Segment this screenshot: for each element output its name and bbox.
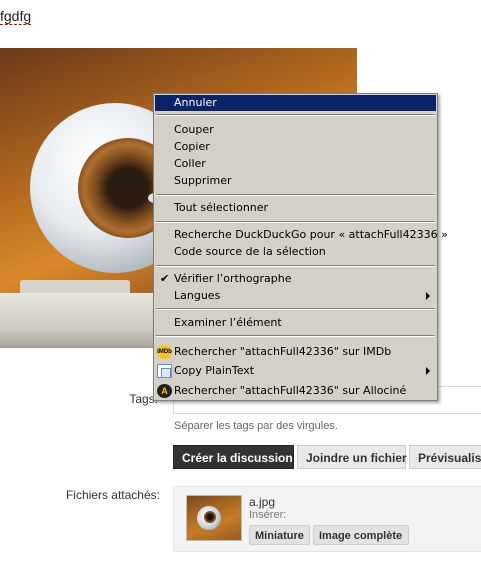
menu-item-search-imdb[interactable]: IMDb Rechercher "attachFull42336" sur IM… xyxy=(155,344,436,360)
imdb-icon: IMDb xyxy=(157,345,172,359)
menu-separator xyxy=(156,221,435,223)
attachment-file-name: a.jpg xyxy=(249,495,276,509)
menu-item-search-allocine[interactable]: Rechercher "attachFull42336" sur Allocin… xyxy=(155,383,436,399)
attach-file-button[interactable]: Joindre un fichier xyxy=(297,445,407,469)
menu-item-paste[interactable]: Coller xyxy=(155,156,436,172)
create-discussion-button[interactable]: Créer la discussion xyxy=(173,445,294,469)
insert-full-image-button[interactable]: Image complète xyxy=(313,525,409,545)
menu-item-copy-plaintext[interactable]: Copy PlainText xyxy=(155,363,436,379)
menu-separator xyxy=(156,335,435,337)
insert-label: Insérer: xyxy=(249,509,287,521)
menu-item-check-spelling-label: Vérifier l’orthographe xyxy=(174,272,292,285)
attached-files-label: Fichiers attachés: xyxy=(65,488,160,502)
copy-plaintext-icon xyxy=(157,364,172,378)
preview-button[interactable]: Prévisualiser xyxy=(409,445,481,469)
menu-separator xyxy=(156,114,435,116)
check-icon: ✔ xyxy=(160,272,170,285)
menu-item-search-duckduckgo[interactable]: Recherche DuckDuckGo pour « attachFull42… xyxy=(155,227,448,243)
attachment-item: a.jpg Insérer: Miniature Image complète xyxy=(173,486,481,552)
allocine-icon xyxy=(157,384,172,398)
tags-label: Tags: xyxy=(129,392,158,406)
menu-item-languages[interactable]: Langues xyxy=(155,288,436,304)
menu-separator xyxy=(156,308,435,310)
misspelled-word[interactable]: fgdfg xyxy=(0,8,32,25)
tags-hint: Séparer les tags par des virgules. xyxy=(174,420,338,432)
menu-item-cut[interactable]: Couper xyxy=(155,122,436,138)
insert-thumbnail-button[interactable]: Miniature xyxy=(249,525,310,545)
menu-item-view-selection-source[interactable]: Code source de la sélection xyxy=(155,244,436,260)
submenu-arrow-icon xyxy=(426,367,430,375)
menu-item-delete[interactable]: Supprimer xyxy=(155,173,436,189)
menu-item-search-imdb-label: Rechercher "attachFull42336" sur IMDb xyxy=(174,345,392,358)
menu-item-undo[interactable]: Annuler xyxy=(155,95,436,111)
menu-item-copy[interactable]: Copier xyxy=(155,139,436,155)
thumbnail-iris xyxy=(204,511,216,523)
menu-separator xyxy=(156,265,435,267)
context-menu: Annuler Couper Copier Coller Supprimer T… xyxy=(153,93,448,401)
thumbnail-eyeball xyxy=(197,506,221,530)
attachment-thumbnail[interactable] xyxy=(186,495,242,541)
submenu-arrow-icon xyxy=(426,292,430,300)
menu-item-languages-label: Langues xyxy=(174,289,221,302)
editor-text[interactable]: fgdfg xyxy=(0,8,32,25)
menu-separator xyxy=(156,194,435,196)
menu-item-inspect-element[interactable]: Examiner l’élément xyxy=(155,315,436,331)
menu-item-copy-plaintext-label: Copy PlainText xyxy=(174,364,255,377)
menu-item-search-allocine-label: Rechercher "attachFull42336" sur Allocin… xyxy=(174,384,407,397)
menu-item-select-all[interactable]: Tout sélectionner xyxy=(155,200,436,216)
menu-item-check-spelling[interactable]: ✔ Vérifier l’orthographe xyxy=(155,271,436,287)
